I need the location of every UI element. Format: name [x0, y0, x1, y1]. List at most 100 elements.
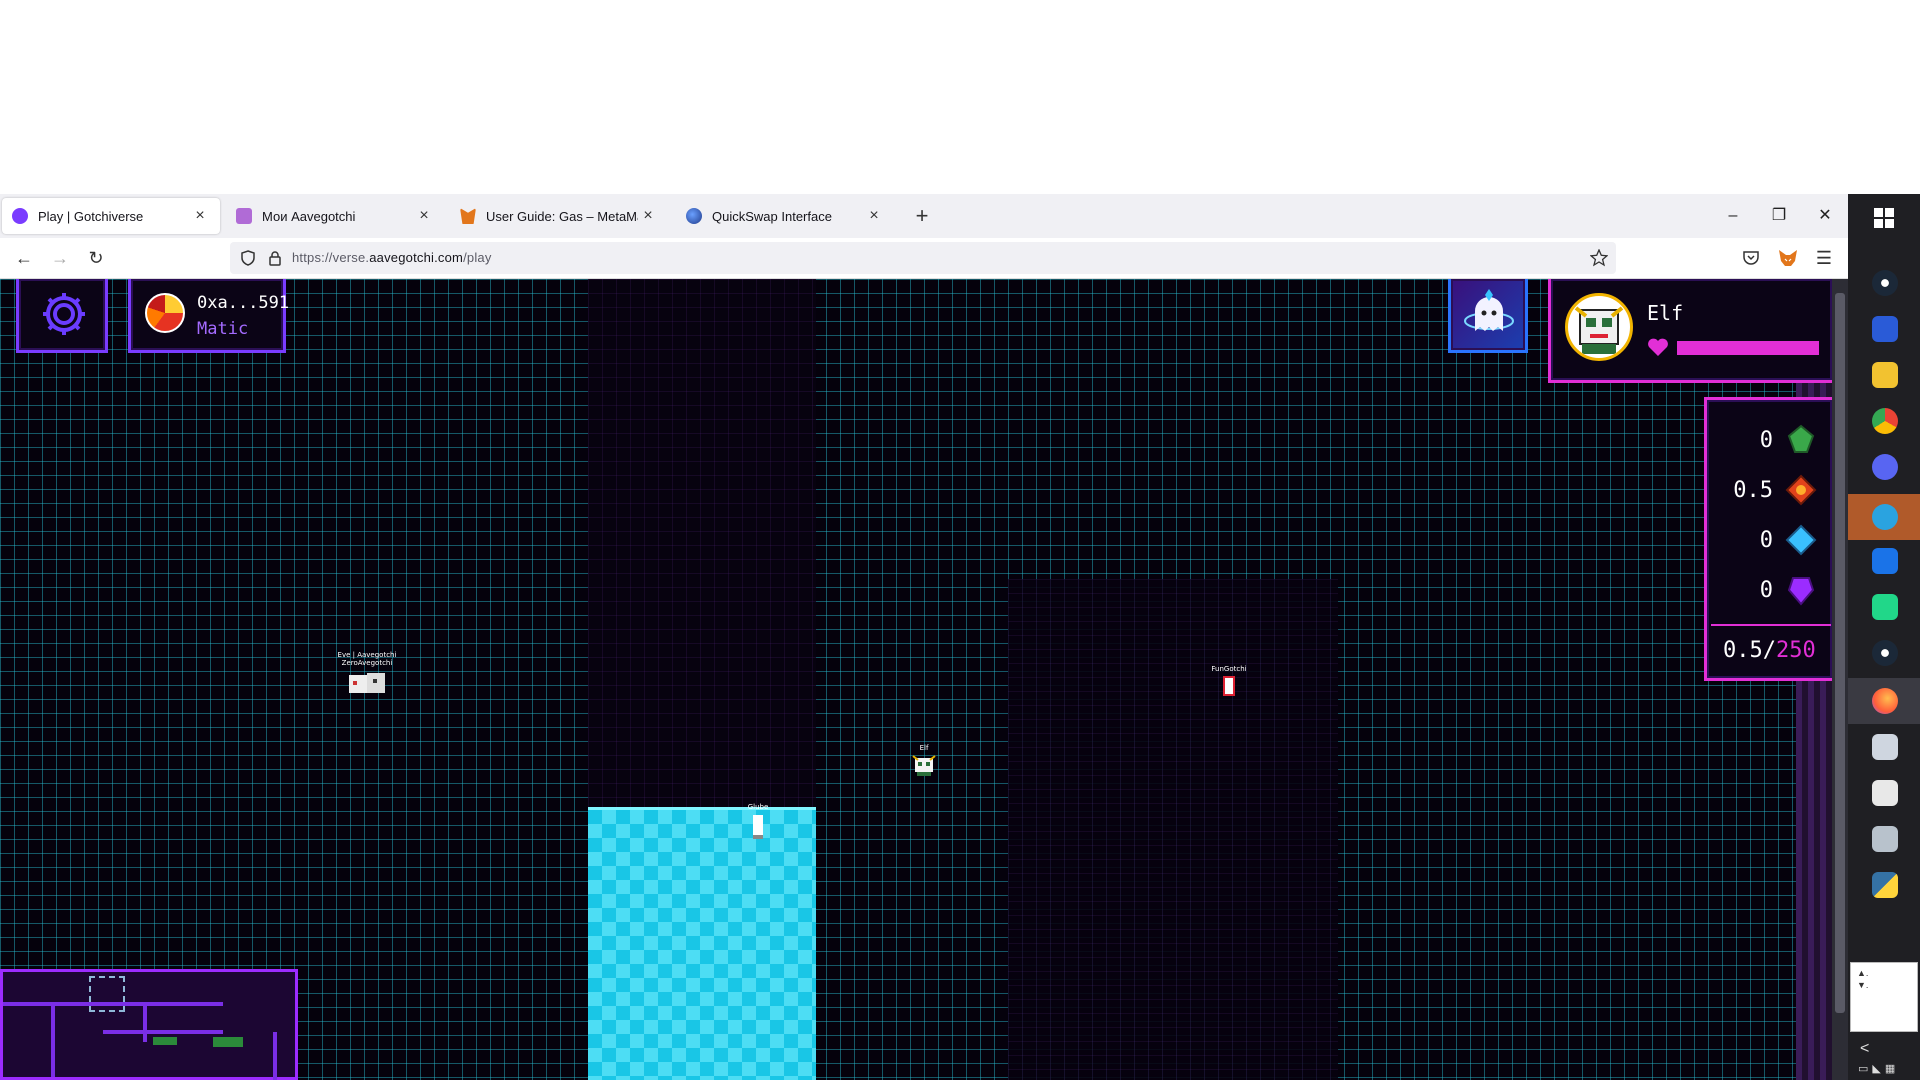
- fud-green-gem-icon: [1787, 424, 1815, 453]
- forward-arrow-icon[interactable]: →: [46, 244, 74, 272]
- discord-icon[interactable]: [1872, 454, 1898, 480]
- python-icon[interactable]: [1872, 872, 1898, 898]
- tab-quickswap[interactable]: QuickSwap Interface ×: [676, 198, 894, 234]
- remote-desktop-icon[interactable]: [1872, 548, 1898, 574]
- new-tab-button[interactable]: +: [908, 202, 936, 230]
- steam-icon-2[interactable]: [1872, 640, 1898, 666]
- grass-patch: [153, 1037, 177, 1045]
- minimize-button[interactable]: –: [1710, 200, 1756, 232]
- minimap-parcel[interactable]: [0, 969, 298, 1080]
- game-canvas[interactable]: 0xa...591 Matic Elf 0 0.5 0 0 0.5/250 Ev…: [0, 279, 1832, 1080]
- system-tray-icons[interactable]: ▭◣▦: [1858, 1062, 1899, 1075]
- health-fill: [1677, 341, 1819, 355]
- gotchi-avatar[interactable]: [1565, 293, 1633, 361]
- close-tab-icon[interactable]: ×: [864, 207, 884, 225]
- firefox-taskbar-button[interactable]: [1848, 678, 1920, 724]
- pycharm-icon[interactable]: [1872, 594, 1898, 620]
- tray-line: ▼.: [1857, 980, 1869, 990]
- url-prefix: https://verse.: [292, 250, 370, 265]
- tray-popup[interactable]: ▲. ▼.: [1850, 962, 1918, 1032]
- settings-panel: [16, 279, 108, 353]
- pocket-icon[interactable]: [1742, 250, 1760, 266]
- pipe: [103, 1030, 223, 1034]
- health-bar: [1677, 341, 1819, 355]
- realm-button[interactable]: [1448, 279, 1528, 353]
- player-gotchi[interactable]: FunGotchi: [1204, 665, 1254, 702]
- file-explorer-icon[interactable]: [1872, 362, 1898, 388]
- telegram-icon: [1872, 504, 1898, 530]
- restore-button[interactable]: ❐: [1756, 200, 1802, 232]
- heart-icon: [1648, 338, 1668, 356]
- resource-fomo: 0.5: [1707, 470, 1829, 510]
- bookmark-star-icon[interactable]: [1590, 249, 1608, 267]
- url-domain: aavegotchi.com: [369, 250, 464, 265]
- close-window-button[interactable]: ✕: [1802, 200, 1848, 232]
- wallet-panel[interactable]: 0xa...591 Matic: [128, 279, 289, 353]
- resource-value: 0: [1759, 578, 1773, 603]
- scroll-thumb[interactable]: [1835, 293, 1845, 1013]
- kek-purple-gem-icon: [1787, 577, 1815, 606]
- dark-zone: [1008, 579, 1338, 1080]
- resource-alpha: 0: [1707, 520, 1829, 560]
- capacity-max: 250: [1776, 638, 1816, 663]
- tab-metamask-guide[interactable]: User Guide: Gas – MetaMask ×: [450, 198, 668, 234]
- player-name: Elf: [919, 744, 929, 752]
- tray-line: ▲.: [1857, 968, 1869, 978]
- metamask-extension-icon[interactable]: [1778, 249, 1798, 267]
- telegram-taskbar-button[interactable]: [1848, 494, 1920, 540]
- tab-play-gotchiverse[interactable]: Play | Gotchiverse ×: [2, 198, 220, 234]
- close-tab-icon[interactable]: ×: [638, 207, 658, 225]
- player-name: FunGotchi: [1211, 665, 1247, 673]
- grass-patch: [213, 1037, 243, 1047]
- app-icon-paint[interactable]: [1872, 734, 1898, 760]
- capacity-separator: /: [1762, 638, 1776, 663]
- gotchi-face-icon: [1574, 306, 1624, 354]
- alpha-blue-gem-icon: [1785, 524, 1817, 556]
- resource-value: 0: [1759, 428, 1773, 453]
- close-tab-icon[interactable]: ×: [414, 207, 434, 225]
- url-text[interactable]: https://verse.aavegotchi.com/play: [292, 250, 492, 265]
- windows-start-icon[interactable]: [1874, 208, 1894, 228]
- player-subname: ZeroAvegotchi: [341, 659, 393, 667]
- menu-hamburger-icon[interactable]: ☰: [1810, 244, 1838, 272]
- gear-icon[interactable]: [39, 289, 89, 339]
- gotchi-sprite: [1223, 676, 1235, 696]
- gotchi-profile-panel: Elf: [1548, 279, 1832, 383]
- resource-value: 0: [1759, 528, 1773, 553]
- address-bar[interactable]: https://verse.aavegotchi.com/play: [230, 242, 1616, 274]
- capacity-current: 0.5: [1723, 638, 1763, 663]
- pipe: [51, 1002, 55, 1077]
- steam-icon[interactable]: [1872, 270, 1898, 296]
- nav-bar: ← → ↻ https://verse.aavegotchi.com/play …: [0, 238, 1848, 279]
- player-name: Eve | Aavegotchi: [337, 651, 397, 659]
- player-gotchi[interactable]: Eve | Aavegotchi ZeroAvegotchi: [332, 651, 402, 700]
- wallet-network: Matic: [197, 319, 249, 339]
- close-tab-icon[interactable]: ×: [190, 207, 210, 225]
- page-scrollbar[interactable]: [1832, 279, 1848, 1080]
- shield-icon[interactable]: [240, 250, 256, 266]
- save-disk-icon[interactable]: [1872, 316, 1898, 342]
- gotchi-sprite: [753, 815, 763, 839]
- lock-icon[interactable]: [268, 250, 282, 266]
- reload-icon[interactable]: ↻: [82, 244, 110, 272]
- resource-kek: 0: [1707, 570, 1829, 610]
- gotchi-sprite: [349, 673, 385, 693]
- app-icon-display[interactable]: [1872, 826, 1898, 852]
- tab-my-aavegotchi[interactable]: Мои Aavegotchi ×: [226, 198, 444, 234]
- player-gotchi-self[interactable]: Elf: [904, 744, 944, 781]
- app-icon-tool[interactable]: [1872, 780, 1898, 806]
- browser-window: Play | Gotchiverse × Мои Aavegotchi × Us…: [0, 194, 1848, 1080]
- structure-outline: [89, 976, 125, 1012]
- fomo-red-gem-icon: [1785, 474, 1817, 506]
- metamask-fox-icon: [460, 208, 476, 224]
- chevron-left-icon[interactable]: <: [1860, 1040, 1869, 1058]
- dark-corridor: [588, 279, 816, 807]
- resources-panel: 0 0.5 0 0 0.5/250: [1704, 397, 1832, 681]
- resource-value: 0.5: [1733, 478, 1773, 503]
- chrome-icon[interactable]: [1872, 408, 1898, 434]
- gotchi-sprite: [912, 755, 936, 776]
- back-arrow-icon[interactable]: ←: [10, 244, 38, 272]
- player-gotchi[interactable]: Glube: [740, 803, 776, 844]
- resource-fud: 0: [1707, 420, 1829, 460]
- pipe: [143, 1002, 147, 1042]
